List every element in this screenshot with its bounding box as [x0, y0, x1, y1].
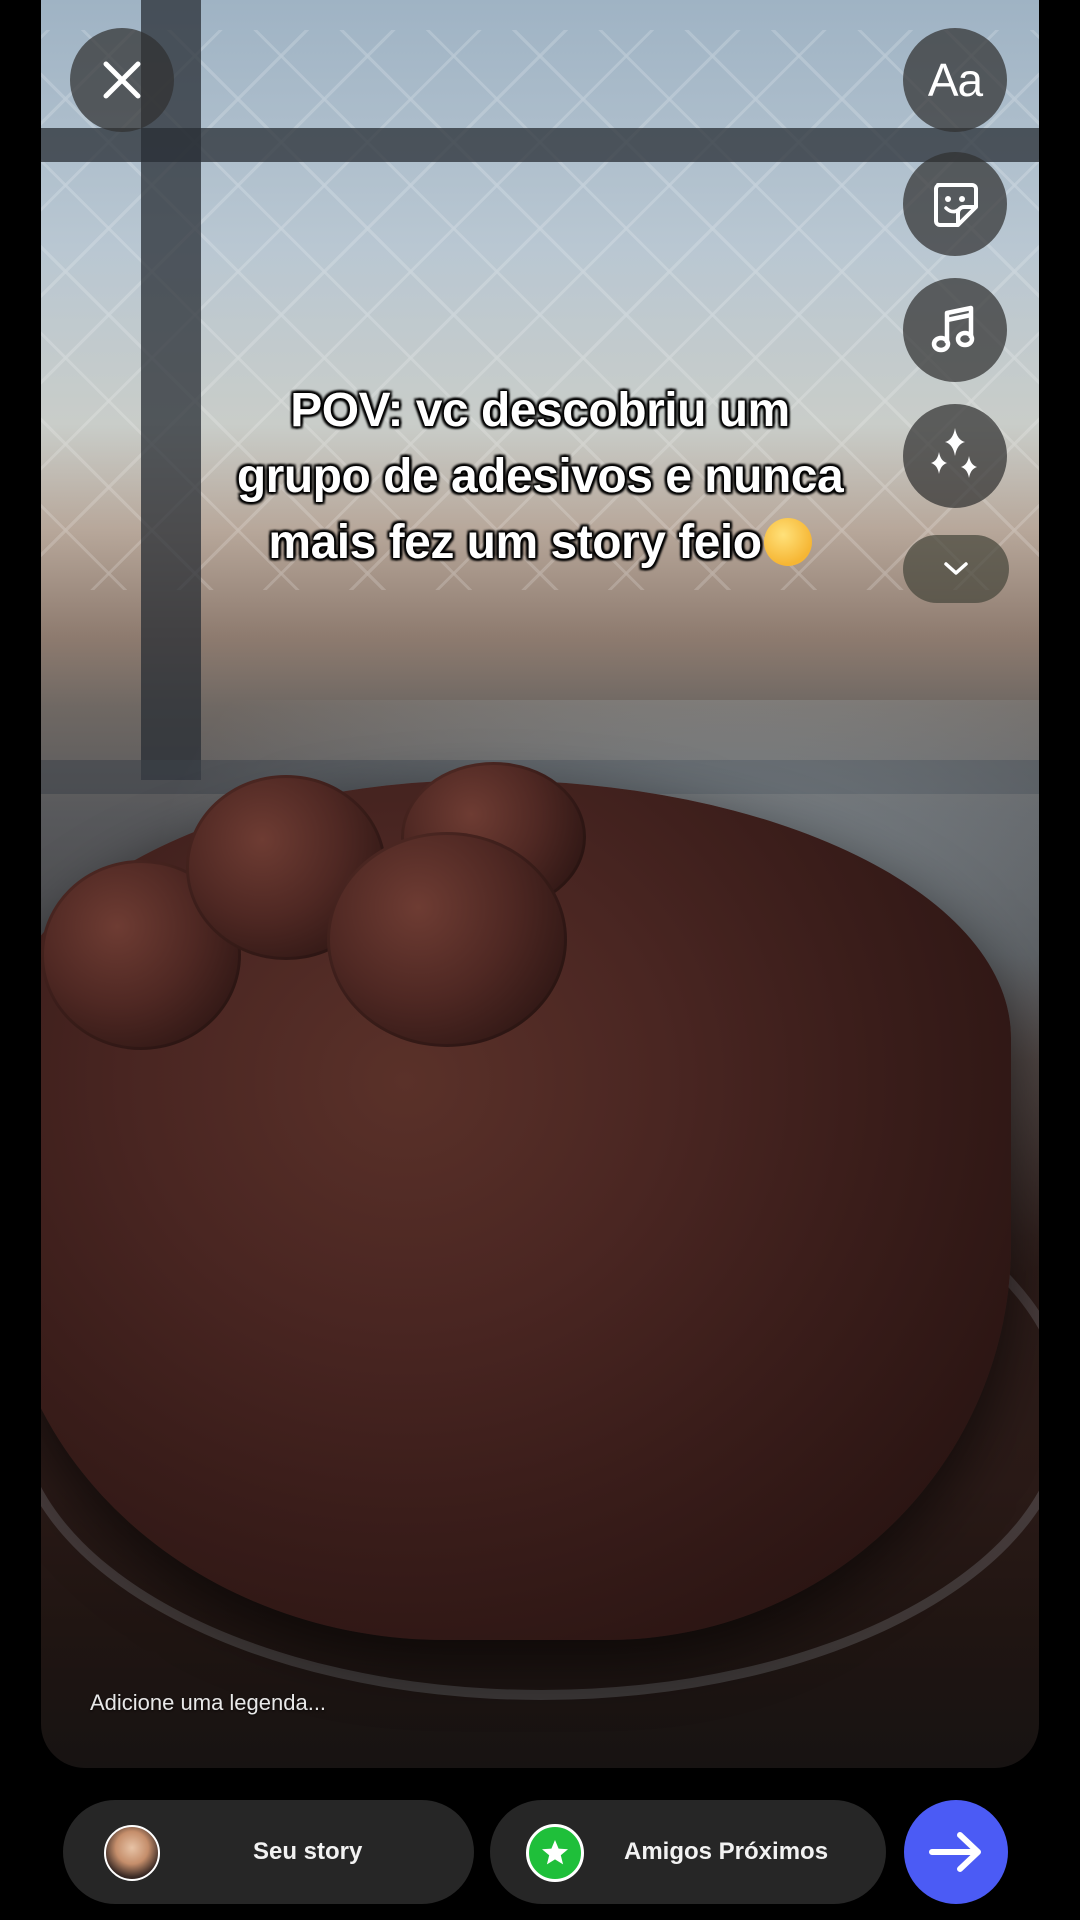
- send-button[interactable]: [904, 1800, 1008, 1904]
- music-button[interactable]: [903, 278, 1007, 382]
- close-button[interactable]: [70, 28, 174, 132]
- overlay-text-line: mais fez um story feio: [268, 516, 762, 569]
- close-friends-button[interactable]: Amigos Próximos: [490, 1800, 886, 1904]
- sticker-icon: [934, 183, 978, 227]
- text-tool-label: Aa: [927, 54, 983, 106]
- text-tool-button[interactable]: Aa: [903, 28, 1007, 132]
- arrow-right-icon: [929, 1832, 981, 1872]
- your-story-button[interactable]: Seu story: [63, 1800, 474, 1904]
- story-text-overlay[interactable]: POV: vc descobriu um grupo de adesivos e…: [150, 378, 930, 576]
- brigadeiro: [327, 832, 567, 1047]
- sparkles-icon: [931, 428, 977, 478]
- close-icon: [103, 61, 141, 99]
- your-story-label: Seu story: [253, 1838, 363, 1865]
- star-icon: [526, 1824, 584, 1882]
- close-friends-label: Amigos Próximos: [624, 1838, 829, 1865]
- overlay-text-line: grupo de adesivos e nunca: [236, 450, 844, 503]
- more-tools-button[interactable]: [903, 535, 1009, 603]
- music-note-icon: [931, 305, 975, 353]
- caption-input[interactable]: Adicione uma legenda...: [90, 1690, 326, 1716]
- story-canvas[interactable]: [41, 0, 1039, 1768]
- overlay-text-line: POV: vc descobriu um: [290, 384, 790, 437]
- window-frame-horizontal: [41, 128, 1039, 162]
- sticker-button[interactable]: [903, 152, 1007, 256]
- chevron-down-icon: [944, 562, 968, 575]
- tired-face-emoji-icon: [763, 518, 812, 566]
- avatar: [104, 1825, 160, 1881]
- effects-button[interactable]: [903, 404, 1007, 508]
